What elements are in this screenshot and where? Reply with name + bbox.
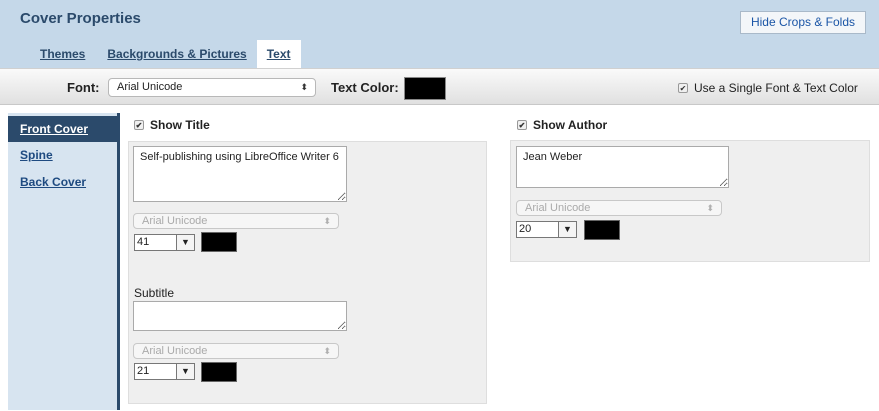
show-author-checkbox[interactable]: ✔ bbox=[517, 119, 527, 130]
author-size-input[interactable]: 20 bbox=[516, 221, 558, 238]
title-color-swatch[interactable] bbox=[201, 232, 237, 252]
show-title-label: Show Title bbox=[150, 118, 210, 132]
font-select-value: Arial Unicode bbox=[117, 81, 183, 93]
subtitle-textarea[interactable] bbox=[133, 301, 347, 331]
show-author-option[interactable]: ✔ Show Author bbox=[517, 118, 607, 132]
subtitle-label: Subtitle bbox=[134, 286, 175, 300]
text-color-swatch[interactable] bbox=[404, 77, 446, 100]
dropdown-arrow-icon: ▼ bbox=[181, 237, 190, 247]
select-chevron-icon: ⬍ bbox=[323, 216, 331, 226]
title-font-select[interactable]: Arial Unicode ⬍ bbox=[133, 213, 339, 229]
author-font-value: Arial Unicode bbox=[525, 202, 591, 214]
author-font-select[interactable]: Arial Unicode ⬍ bbox=[516, 200, 722, 216]
show-title-checkbox[interactable]: ✔ bbox=[134, 119, 144, 130]
title-size-input[interactable]: 41 bbox=[134, 234, 176, 251]
font-select[interactable]: Arial Unicode ⬍ bbox=[108, 78, 316, 97]
hide-crops-folds-button[interactable]: Hide Crops & Folds bbox=[740, 11, 866, 34]
font-toolbar: Font: Arial Unicode ⬍ Text Color: ✔ Use a… bbox=[0, 68, 879, 105]
font-label: Font: bbox=[67, 80, 100, 95]
subtitle-size-dropdown[interactable]: ▼ bbox=[176, 363, 195, 380]
title-textarea[interactable] bbox=[133, 146, 347, 202]
select-chevron-icon: ⬍ bbox=[323, 346, 331, 356]
select-chevron-icon: ⬍ bbox=[706, 203, 714, 213]
subtitle-size-input[interactable]: 21 bbox=[134, 363, 176, 380]
nav-item-spine[interactable]: Spine bbox=[8, 142, 117, 168]
subtitle-font-value: Arial Unicode bbox=[142, 345, 208, 357]
tab-themes[interactable]: Themes bbox=[30, 40, 95, 68]
show-title-option[interactable]: ✔ Show Title bbox=[134, 118, 210, 132]
title-font-value: Arial Unicode bbox=[142, 215, 208, 227]
single-font-option[interactable]: ✔ Use a Single Font & Text Color bbox=[678, 81, 858, 95]
text-color-label: Text Color: bbox=[331, 80, 399, 95]
author-size-dropdown[interactable]: ▼ bbox=[558, 221, 577, 238]
dropdown-arrow-icon: ▼ bbox=[181, 366, 190, 376]
cover-properties-header: Cover Properties Hide Crops & Folds Them… bbox=[0, 0, 879, 68]
subtitle-color-swatch[interactable] bbox=[201, 362, 237, 382]
author-textarea[interactable] bbox=[516, 146, 729, 188]
nav-item-front-cover[interactable]: Front Cover bbox=[8, 116, 117, 142]
single-font-label: Use a Single Font & Text Color bbox=[694, 81, 858, 95]
tab-backgrounds-pictures[interactable]: Backgrounds & Pictures bbox=[97, 40, 256, 68]
tab-text[interactable]: Text bbox=[256, 40, 301, 68]
author-color-swatch[interactable] bbox=[584, 220, 620, 240]
single-font-checkbox[interactable]: ✔ bbox=[678, 82, 688, 93]
dropdown-arrow-icon: ▼ bbox=[563, 224, 572, 234]
select-chevron-icon: ⬍ bbox=[300, 82, 308, 92]
page-title: Cover Properties bbox=[20, 10, 141, 27]
show-author-label: Show Author bbox=[533, 118, 608, 132]
title-size-dropdown[interactable]: ▼ bbox=[176, 234, 195, 251]
nav-item-back-cover[interactable]: Back Cover bbox=[8, 169, 117, 195]
tab-bar: Themes Backgrounds & Pictures Text bbox=[30, 40, 301, 68]
cover-section-nav: Front Cover Spine Back Cover bbox=[8, 113, 120, 410]
subtitle-font-select[interactable]: Arial Unicode ⬍ bbox=[133, 343, 339, 359]
